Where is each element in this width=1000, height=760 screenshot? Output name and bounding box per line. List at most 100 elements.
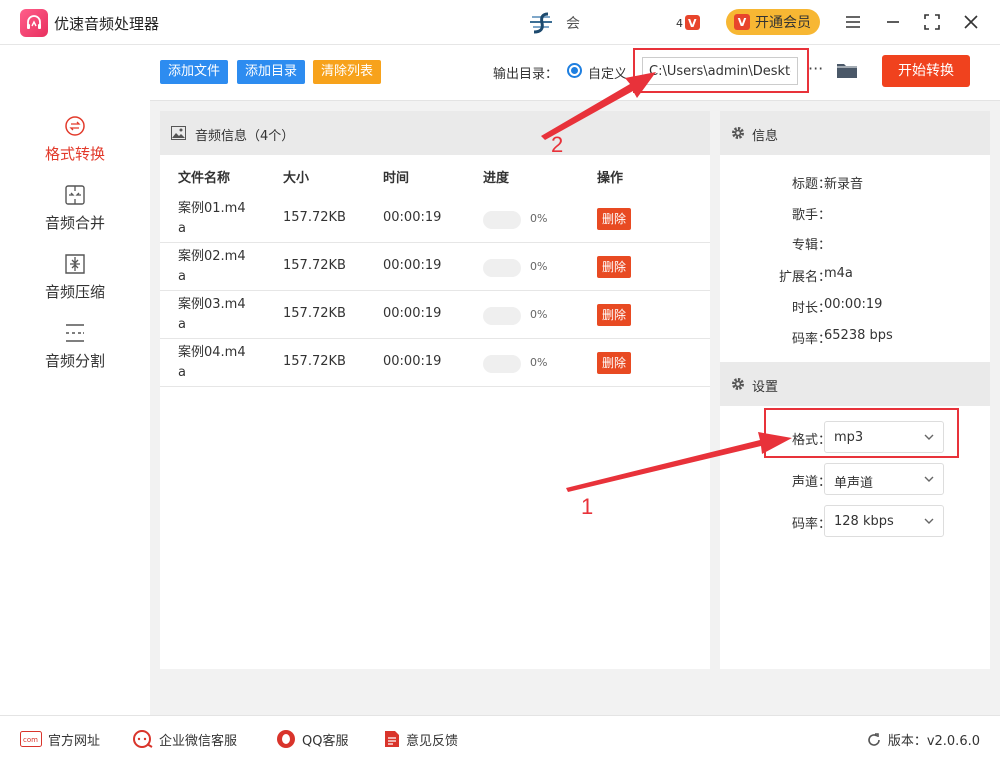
gear-icon [732,127,744,139]
sidebar-item-split[interactable]: 音频分割 [0,322,150,382]
progress-percent: 0% [530,260,548,273]
delete-button[interactable]: 删除 [597,304,632,326]
column-header-action: 操作 [597,171,624,186]
progress-bar [483,211,521,229]
table-row[interactable]: 案例04.m4a 157.72KB 00:00:19 0% 删除 [160,339,710,387]
wechat-support-link[interactable]: 企业微信客服 [133,729,237,749]
highlight-box-output-path [633,48,809,93]
add-file-button[interactable]: 添加文件 [160,60,229,84]
column-header-size: 大小 [283,171,310,186]
open-vip-button[interactable]: V 开通会员 [726,9,820,35]
merge-icon [65,185,85,205]
info-key-album: 专辑： [791,238,831,253]
file-size: 157.72KB [283,354,346,369]
sidebar-item-compress[interactable]: 音频压缩 [0,253,150,313]
start-convert-button[interactable]: 开始转换 [882,55,970,87]
file-name: 案例01.m4a [178,201,246,236]
sidebar-item-merge[interactable]: 音频合并 [0,184,150,244]
settings-section-title: 设置 [752,380,779,395]
settings-section-header: 设置 [720,362,990,406]
split-icon [66,324,84,342]
file-size: 157.72KB [283,210,346,225]
info-section-header: 信息 [720,111,990,155]
annotation-number-1: 1 [581,494,594,519]
annotation-number-2: 2 [551,132,564,157]
version-label: 版本：v2.0.6.0 [887,734,980,749]
close-icon[interactable] [958,10,984,34]
info-section-title: 信息 [752,129,779,144]
qq-icon [277,730,295,748]
file-size: 157.72KB [283,306,346,321]
progress-bar [483,355,521,373]
output-dir-label: 输出目录： [493,67,559,82]
wechat-support-label: 企业微信客服 [159,733,238,749]
feedback-icon [385,731,399,747]
official-website-label: 官方网址 [48,733,101,749]
chevron-down-icon [924,518,934,524]
qq-support-link[interactable]: QQ客服 [276,729,348,749]
maximize-icon[interactable] [919,10,945,34]
qq-support-label: QQ客服 [302,733,349,749]
folder-icon[interactable] [836,61,858,79]
column-header-progress: 进度 [483,171,510,186]
file-duration: 00:00:19 [383,210,442,225]
title-bar: 优速音频处理器 会 4V V 开通会员 [0,0,1000,45]
format-convert-icon [65,116,85,136]
file-name: 案例03.m4a [178,297,246,332]
file-duration: 00:00:19 [383,354,442,369]
bitrate-select[interactable]: 128 kbps [824,505,944,537]
menu-icon[interactable] [840,10,866,34]
user-name[interactable]: 会 [566,13,580,33]
info-settings-panel: 信息 标题： 新录音 歌手： 专辑： 扩展名： m4a 时长： 00:00:19… [720,111,990,669]
clear-list-button[interactable]: 清除列表 [313,60,382,84]
highlight-box-format [764,408,959,458]
file-size: 157.72KB [283,258,346,273]
delete-button[interactable]: 删除 [597,352,632,374]
audio-list-header: 音频信息（4个） [160,111,710,155]
sidebar-item-label: 音频合并 [44,214,105,232]
svg-text:com: com [23,736,38,744]
audio-list-title: 音频信息（4个） [195,129,295,144]
toolbar: 添加文件 添加目录 清除列表 输出目录： 自定义 ··· 开始转换 [150,45,1000,101]
audio-list-panel: 音频信息（4个） 文件名称 大小 时间 进度 操作 案例01.m4a 157.7… [160,111,710,669]
delete-button[interactable]: 删除 [597,256,632,278]
file-name: 案例04.m4a [178,345,246,380]
website-icon: com [20,731,42,747]
app-title: 优速音频处理器 [54,15,160,33]
progress-bar [483,307,521,325]
add-directory-button[interactable]: 添加目录 [237,60,306,84]
minimize-icon[interactable] [880,10,906,34]
footer: com 官方网址 企业微信客服 QQ客服 意见反馈 版本：v2.0.6.0 [0,715,1000,760]
official-website-link[interactable]: com 官方网址 [20,729,100,749]
custom-dir-label[interactable]: 自定义 [588,63,627,82]
info-key-artist: 歌手： [791,208,831,223]
info-value-bitrate: 65238 bps [824,328,893,343]
vip-status-icon[interactable]: 4V [676,13,702,33]
info-value-extension: m4a [824,266,853,281]
image-icon [171,126,186,140]
vip-button-label: 开通会员 [755,15,811,31]
refresh-icon[interactable] [866,732,882,748]
channel-select[interactable]: 单声道 [824,463,944,495]
table-row[interactable]: 案例01.m4a 157.72KB 00:00:19 0% 删除 [160,195,710,243]
vip-badge-icon: V [734,14,750,30]
sidebar-item-label: 格式转换 [44,145,105,163]
table-row[interactable]: 案例03.m4a 157.72KB 00:00:19 0% 删除 [160,291,710,339]
user-avatar-icon[interactable] [528,11,558,35]
more-options-icon[interactable]: ··· [808,59,823,78]
sidebar-item-label: 音频压缩 [44,283,105,301]
app-logo-icon [20,9,48,37]
chevron-down-icon [924,476,934,482]
progress-bar [483,259,521,277]
sidebar-item-format-convert[interactable]: 格式转换 [0,115,150,175]
info-value-title: 新录音 [824,177,864,192]
column-header-time: 时间 [383,171,410,186]
file-duration: 00:00:19 [383,306,442,321]
gear-icon [732,378,744,390]
custom-dir-radio[interactable] [567,63,582,78]
feedback-link[interactable]: 意见反馈 [384,729,458,749]
delete-button[interactable]: 删除 [597,208,632,230]
table-row[interactable]: 案例02.m4a 157.72KB 00:00:19 0% 删除 [160,243,710,291]
info-value-duration: 00:00:19 [824,297,883,312]
svg-text:4: 4 [676,17,683,30]
